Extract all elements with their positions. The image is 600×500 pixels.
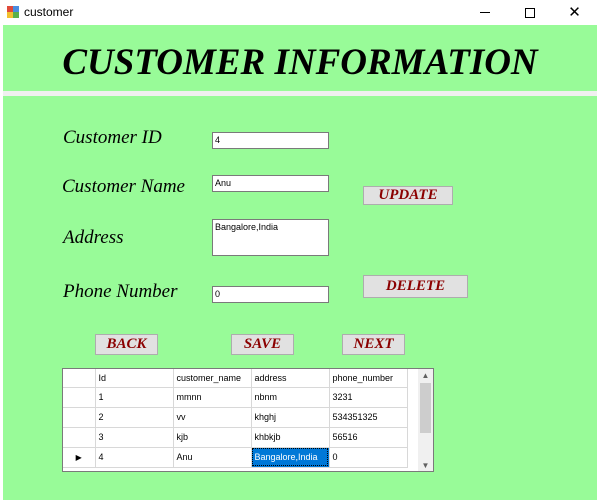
- address-label: Address: [63, 227, 124, 248]
- minimize-button[interactable]: [462, 0, 507, 25]
- cell-id[interactable]: 2: [95, 407, 174, 428]
- page-title: CUSTOMER INFORMATION: [62, 42, 538, 83]
- customer-data-grid[interactable]: Id customer_name address phone_number 1 …: [62, 368, 434, 472]
- column-header-id[interactable]: Id: [95, 369, 174, 388]
- cell-customer-name[interactable]: kjb: [173, 427, 252, 448]
- cell-address[interactable]: khghj: [251, 407, 330, 428]
- update-button[interactable]: UPDATE: [363, 186, 453, 205]
- cell-id[interactable]: 4: [95, 447, 174, 468]
- phone-number-label: Phone Number: [63, 281, 178, 302]
- scroll-thumb[interactable]: [420, 383, 431, 433]
- table-row[interactable]: 1 mmnn nbnm 3231: [63, 387, 408, 408]
- row-header[interactable]: [63, 427, 96, 448]
- current-row-header[interactable]: ▶: [63, 447, 96, 468]
- title-bar: customer ✕: [0, 0, 600, 25]
- cell-phone-number[interactable]: 0: [329, 447, 408, 468]
- row-header[interactable]: [63, 387, 96, 408]
- column-header-phone-number[interactable]: phone_number: [329, 369, 408, 388]
- window-title: customer: [24, 5, 74, 19]
- back-button[interactable]: BACK: [95, 334, 158, 355]
- header-band: CUSTOMER INFORMATION: [3, 25, 597, 91]
- customer-name-input[interactable]: Anu: [212, 175, 329, 192]
- grid-vertical-scrollbar[interactable]: ▲ ▼: [418, 369, 433, 471]
- cell-address[interactable]: nbnm: [251, 387, 330, 408]
- cell-phone-number[interactable]: 56516: [329, 427, 408, 448]
- customer-id-label: Customer ID: [63, 127, 162, 148]
- selected-cell-address[interactable]: Bangalore,India: [251, 447, 330, 468]
- grid-header-row: Id customer_name address phone_number: [63, 369, 408, 388]
- cell-customer-name[interactable]: Anu: [173, 447, 252, 468]
- header-divider: [3, 91, 597, 96]
- maximize-button[interactable]: [507, 0, 552, 25]
- address-input[interactable]: Bangalore,India: [212, 219, 329, 256]
- form-client-area: CUSTOMER INFORMATION Customer ID 4 Custo…: [3, 25, 597, 500]
- close-icon: ✕: [568, 4, 581, 21]
- column-header-address[interactable]: address: [251, 369, 330, 388]
- cell-id[interactable]: 3: [95, 427, 174, 448]
- customer-id-input[interactable]: 4: [212, 132, 329, 149]
- cell-address[interactable]: khbkjb: [251, 427, 330, 448]
- save-button[interactable]: SAVE: [231, 334, 294, 355]
- app-icon: [7, 6, 19, 18]
- current-row-arrow-icon: ▶: [75, 453, 82, 462]
- customer-name-label: Customer Name: [62, 176, 185, 197]
- table-row[interactable]: 2 vv khghj 534351325: [63, 407, 408, 428]
- column-header-customer-name[interactable]: customer_name: [173, 369, 252, 388]
- scroll-down-icon[interactable]: ▼: [418, 459, 433, 471]
- cell-phone-number[interactable]: 3231: [329, 387, 408, 408]
- cell-customer-name[interactable]: vv: [173, 407, 252, 428]
- phone-number-input[interactable]: 0: [212, 286, 329, 303]
- table-row[interactable]: 3 kjb khbkjb 56516: [63, 427, 408, 448]
- minimize-icon: [479, 12, 490, 13]
- cell-phone-number[interactable]: 534351325: [329, 407, 408, 428]
- row-header-corner: [63, 369, 96, 388]
- delete-button[interactable]: DELETE: [363, 275, 468, 298]
- scroll-up-icon[interactable]: ▲: [418, 369, 433, 381]
- cell-customer-name[interactable]: mmnn: [173, 387, 252, 408]
- table-row[interactable]: ▶ 4 Anu Bangalore,India 0: [63, 447, 408, 468]
- next-button[interactable]: NEXT: [342, 334, 405, 355]
- maximize-icon: [524, 7, 535, 18]
- cell-id[interactable]: 1: [95, 387, 174, 408]
- close-button[interactable]: ✕: [552, 0, 597, 25]
- row-header[interactable]: [63, 407, 96, 428]
